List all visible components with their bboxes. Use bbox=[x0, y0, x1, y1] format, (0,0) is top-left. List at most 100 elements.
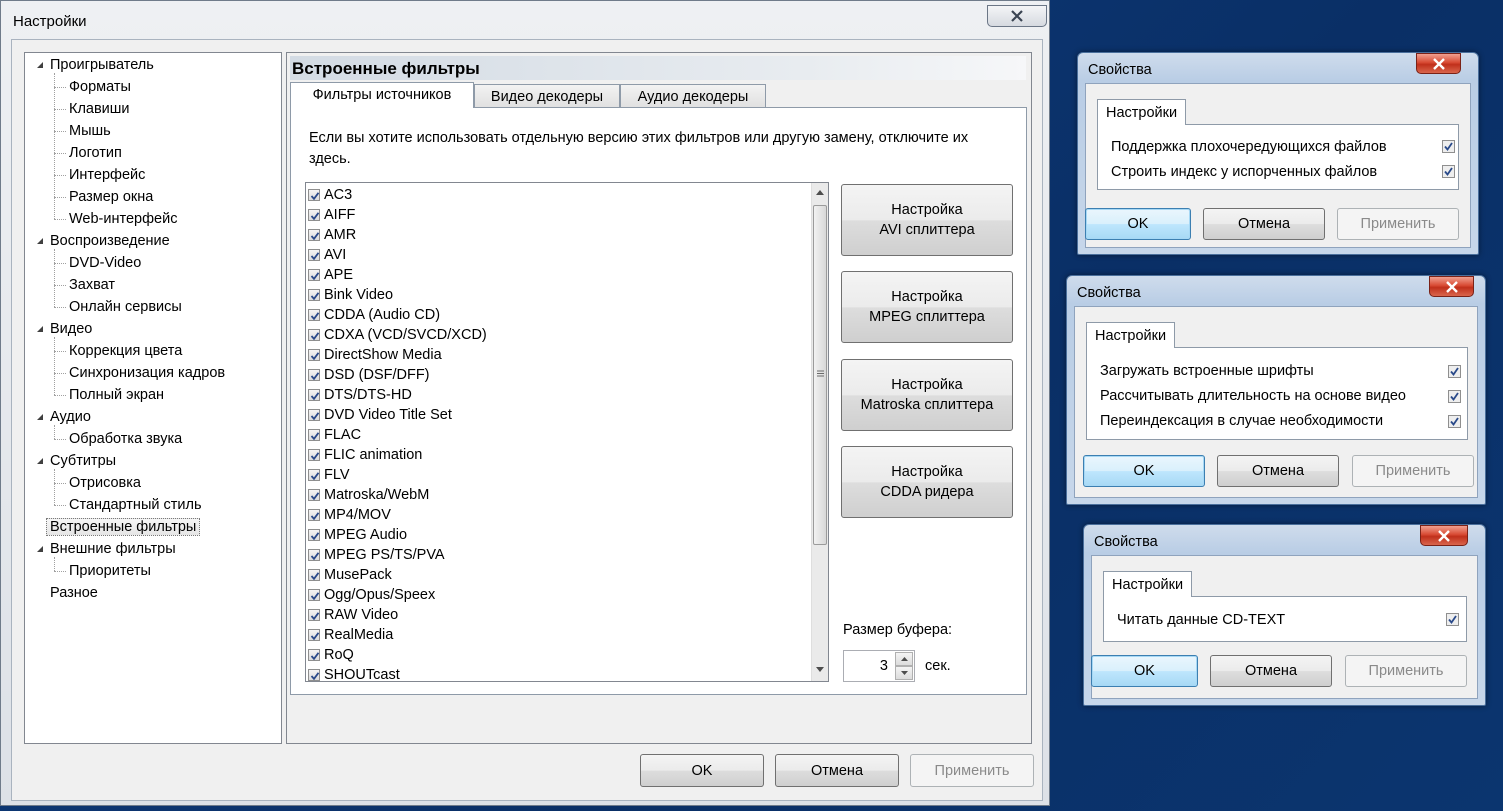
apply-button[interactable]: Применить bbox=[1352, 455, 1474, 487]
matroska-splitter-settings-button[interactable]: Настройка Matroska сплиттера bbox=[841, 359, 1013, 431]
tab-audio-decoders[interactable]: Аудио декодеры bbox=[620, 84, 766, 108]
list-item[interactable]: MPEG Audio bbox=[308, 525, 407, 545]
expand-arrow-icon[interactable] bbox=[36, 457, 44, 465]
tree-item[interactable]: Коррекция цвета bbox=[69, 341, 182, 361]
tree-item[interactable]: Размер окна bbox=[69, 187, 153, 207]
checkbox-checked-icon[interactable] bbox=[308, 389, 320, 401]
tree-item[interactable]: Проигрыватель bbox=[37, 55, 154, 75]
list-item[interactable]: MusePack bbox=[308, 565, 392, 585]
list-item[interactable]: RealMedia bbox=[308, 625, 393, 645]
checkbox-checked-icon[interactable] bbox=[1448, 390, 1461, 403]
ok-button[interactable]: OK bbox=[1091, 655, 1198, 687]
checkbox-checked-icon[interactable] bbox=[308, 589, 320, 601]
tree-item[interactable]: Форматы bbox=[69, 77, 131, 97]
tree-item[interactable]: Полный экран bbox=[69, 385, 164, 405]
source-filters-list[interactable]: AC3 AIFF AMR AVI APE Bink Video CDDA (Audio CD… bbox=[305, 182, 829, 682]
tab-settings[interactable]: Настройки bbox=[1086, 322, 1176, 348]
checkbox-checked-icon[interactable] bbox=[308, 469, 320, 481]
expand-arrow-icon[interactable] bbox=[36, 61, 44, 69]
tab-video-decoders[interactable]: Видео декодеры bbox=[474, 84, 620, 108]
list-item[interactable]: DSD (DSF/DFF) bbox=[308, 365, 430, 385]
list-item[interactable]: APE bbox=[308, 265, 353, 285]
checkbox-checked-icon[interactable] bbox=[308, 349, 320, 361]
mpeg-splitter-settings-button[interactable]: Настройка MPEG сплиттера bbox=[841, 271, 1013, 343]
list-item[interactable]: RoQ bbox=[308, 645, 354, 665]
tab-settings[interactable]: Настройки bbox=[1097, 99, 1187, 125]
list-item[interactable]: RAW Video bbox=[308, 605, 398, 625]
avi-splitter-settings-button[interactable]: Настройка AVI сплиттера bbox=[841, 184, 1013, 256]
dialog-close-button[interactable] bbox=[1429, 276, 1474, 297]
list-item[interactable]: SHOUTcast bbox=[308, 665, 400, 681]
checkbox-checked-icon[interactable] bbox=[1446, 613, 1459, 626]
list-item[interactable]: Ogg/Opus/Speex bbox=[308, 585, 435, 605]
window-close-button[interactable] bbox=[987, 5, 1047, 27]
expand-arrow-icon[interactable] bbox=[36, 413, 44, 421]
list-item[interactable]: Matroska/WebM bbox=[308, 485, 429, 505]
tree-item[interactable]: Встроенные фильтры bbox=[46, 517, 201, 537]
cancel-button[interactable]: Отмена bbox=[1210, 655, 1332, 687]
tree-item[interactable]: Web-интерфейс bbox=[69, 209, 177, 229]
tree-item[interactable]: Видео bbox=[37, 319, 92, 339]
cdda-reader-settings-button[interactable]: Настройка CDDA ридера bbox=[841, 446, 1013, 518]
checkbox-checked-icon[interactable] bbox=[308, 369, 320, 381]
list-item[interactable]: DVD Video Title Set bbox=[308, 405, 452, 425]
expand-arrow-icon[interactable] bbox=[36, 545, 44, 553]
checkbox-checked-icon[interactable] bbox=[1442, 140, 1455, 153]
checkbox-checked-icon[interactable] bbox=[308, 549, 320, 561]
tree-item[interactable]: Логотип bbox=[69, 143, 122, 163]
tree-item[interactable]: Аудио bbox=[37, 407, 91, 427]
tree-item[interactable]: Онлайн сервисы bbox=[69, 297, 182, 317]
ok-button[interactable]: OK bbox=[640, 754, 764, 787]
spin-up-button[interactable] bbox=[895, 652, 913, 666]
checkbox-checked-icon[interactable] bbox=[308, 409, 320, 421]
tree-item[interactable]: Обработка звука bbox=[69, 429, 182, 449]
checkbox-checked-icon[interactable] bbox=[308, 649, 320, 661]
tree-item[interactable]: Воспроизведение bbox=[37, 231, 170, 251]
list-scrollbar[interactable] bbox=[811, 183, 828, 681]
tree-item[interactable]: Интерфейс bbox=[69, 165, 145, 185]
list-item[interactable]: FLIC animation bbox=[308, 445, 422, 465]
checkbox-checked-icon[interactable] bbox=[308, 189, 320, 201]
list-item[interactable]: CDDA (Audio CD) bbox=[308, 305, 440, 325]
scroll-down-icon[interactable] bbox=[816, 667, 824, 672]
checkbox-checked-icon[interactable] bbox=[1448, 365, 1461, 378]
tree-item[interactable]: Клавиши bbox=[69, 99, 130, 119]
apply-button[interactable]: Применить bbox=[910, 754, 1034, 787]
tree-item[interactable]: Приоритеты bbox=[69, 561, 151, 581]
list-item[interactable]: Bink Video bbox=[308, 285, 393, 305]
checkbox-checked-icon[interactable] bbox=[308, 569, 320, 581]
list-item[interactable]: FLV bbox=[308, 465, 350, 485]
tree-item[interactable]: Мышь bbox=[69, 121, 111, 141]
checkbox-checked-icon[interactable] bbox=[308, 449, 320, 461]
checkbox-checked-icon[interactable] bbox=[1448, 415, 1461, 428]
cancel-button[interactable]: Отмена bbox=[1217, 455, 1339, 487]
cancel-button[interactable]: Отмена bbox=[1203, 208, 1325, 240]
list-item[interactable]: DirectShow Media bbox=[308, 345, 442, 365]
checkbox-checked-icon[interactable] bbox=[308, 289, 320, 301]
list-item[interactable]: DTS/DTS-HD bbox=[308, 385, 412, 405]
ok-button[interactable]: OK bbox=[1085, 208, 1191, 240]
tree-item[interactable]: Синхронизация кадров bbox=[69, 363, 225, 383]
list-item[interactable]: AVI bbox=[308, 245, 346, 265]
checkbox-checked-icon[interactable] bbox=[1442, 165, 1455, 178]
list-item[interactable]: CDXA (VCD/SVCD/XCD) bbox=[308, 325, 487, 345]
list-item[interactable]: MP4/MOV bbox=[308, 505, 391, 525]
expand-arrow-icon[interactable] bbox=[36, 237, 44, 245]
tree-item[interactable]: Внешние фильтры bbox=[37, 539, 176, 559]
checkbox-checked-icon[interactable] bbox=[308, 209, 320, 221]
checkbox-checked-icon[interactable] bbox=[308, 669, 320, 681]
tab-settings[interactable]: Настройки bbox=[1103, 571, 1193, 597]
list-item[interactable]: AIFF bbox=[308, 205, 355, 225]
list-item[interactable]: AMR bbox=[308, 225, 356, 245]
checkbox-checked-icon[interactable] bbox=[308, 509, 320, 521]
tree-item[interactable]: Отрисовка bbox=[69, 473, 141, 493]
scroll-up-icon[interactable] bbox=[816, 190, 824, 195]
list-item[interactable]: MPEG PS/TS/PVA bbox=[308, 545, 445, 565]
checkbox-checked-icon[interactable] bbox=[308, 529, 320, 541]
checkbox-checked-icon[interactable] bbox=[308, 309, 320, 321]
buffer-size-spinner[interactable]: 3 bbox=[843, 650, 915, 682]
list-item[interactable]: FLAC bbox=[308, 425, 361, 445]
checkbox-checked-icon[interactable] bbox=[308, 329, 320, 341]
checkbox-checked-icon[interactable] bbox=[308, 269, 320, 281]
checkbox-checked-icon[interactable] bbox=[308, 429, 320, 441]
